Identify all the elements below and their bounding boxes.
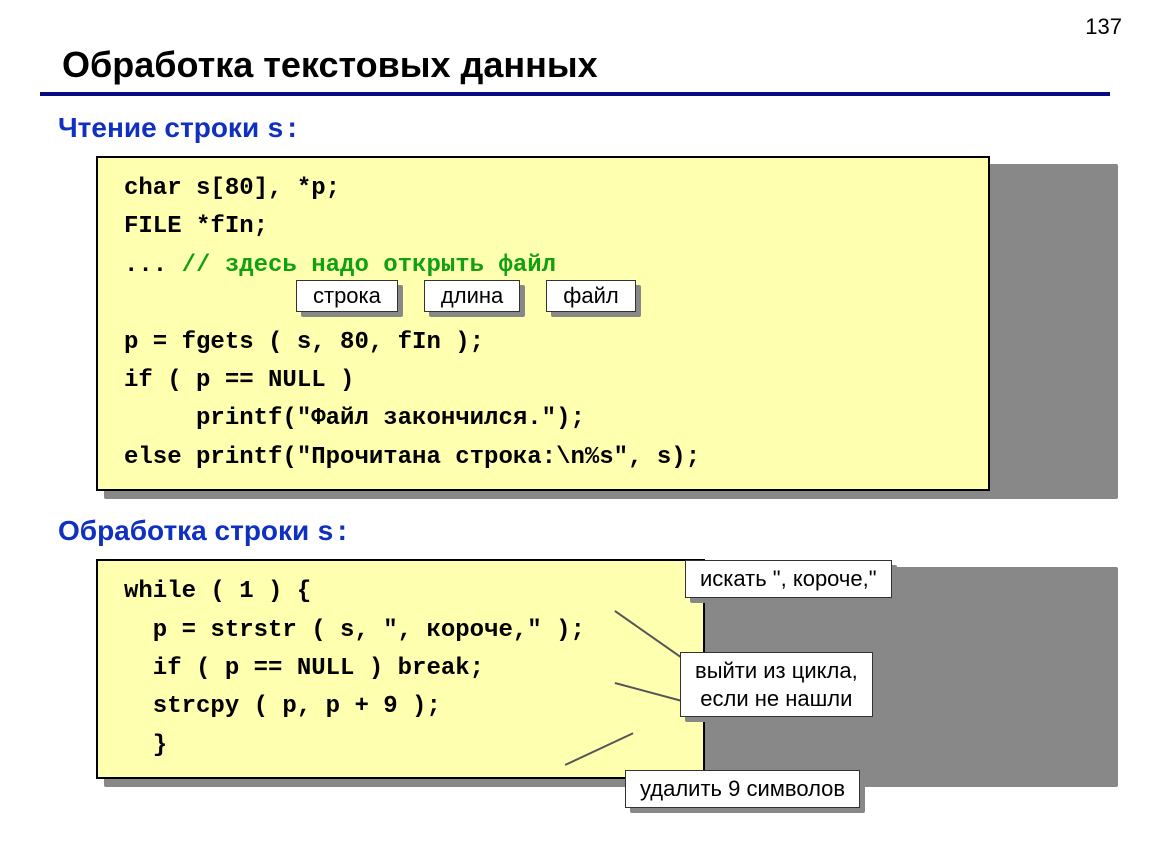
- section1-label-text: Чтение строки: [58, 112, 267, 143]
- callout-exit-label: выйти из цикла, если не нашли: [680, 652, 873, 717]
- code1-l3b: // здесь надо открыть файл: [182, 252, 556, 279]
- callout-delete-label: удалить 9 символов: [625, 770, 860, 808]
- section2-label: Обработка строки s:: [58, 515, 1110, 549]
- code1-l5: if ( p == NULL ): [124, 367, 354, 394]
- callout-exit-line2: если не нашли: [700, 686, 852, 711]
- code2-l1: while ( 1 ) {: [124, 578, 311, 605]
- tag-stroka-label: строка: [296, 280, 398, 312]
- callout-exit-line1: выйти из цикла,: [695, 658, 858, 683]
- code1-l2: FILE *fIn;: [124, 213, 268, 240]
- codebox2-wrap: while ( 1 ) { p = strstr ( s, ", короче,…: [96, 559, 1110, 785]
- callout-delete: удалить 9 символов: [625, 770, 860, 808]
- tag-fail: файл: [546, 280, 635, 312]
- section2-label-text: Обработка строки: [58, 515, 317, 546]
- section1-label-code: s:: [267, 115, 301, 146]
- tag-dlina: длина: [424, 280, 520, 312]
- code1-l3a: ...: [124, 252, 182, 279]
- code1-l6: printf("Файл закончился.");: [124, 405, 585, 432]
- code1-l4: p = fgets ( s, 80, fIn );: [124, 329, 484, 356]
- code2-l4: strcpy ( p, p + 9 );: [124, 693, 441, 720]
- callout-exit: выйти из цикла, если не нашли: [680, 652, 873, 717]
- code2-l2: p = strstr ( s, ", короче," );: [124, 617, 585, 644]
- callout-search: искать ", короче,": [685, 560, 892, 598]
- tag-dlina-label: длина: [424, 280, 520, 312]
- section2-label-code: s:: [317, 518, 351, 549]
- code2-l3: if ( p == NULL ) break;: [124, 655, 484, 682]
- page-number: 137: [1085, 14, 1122, 40]
- slide-page: 137 Обработка текстовых данных Чтение ст…: [0, 0, 1150, 864]
- codebox1: char s[80], *p; FILE *fIn; ... // здесь …: [96, 156, 990, 491]
- code2-l5: }: [124, 732, 167, 759]
- code1-l1: char s[80], *p;: [124, 175, 340, 202]
- tag-stroka: строка: [296, 280, 398, 312]
- page-title: Обработка текстовых данных: [62, 44, 1110, 86]
- code1-l7: else printf("Прочитана строка:\n%s", s);: [124, 444, 700, 471]
- tag-fail-label: файл: [546, 280, 635, 312]
- codebox2: while ( 1 ) { p = strstr ( s, ", короче,…: [96, 559, 705, 779]
- title-underline: [40, 92, 1110, 96]
- tag-row: строка длина файл: [296, 280, 636, 312]
- section1-label: Чтение строки s:: [58, 112, 1110, 146]
- callout-search-label: искать ", короче,": [685, 560, 892, 598]
- codebox1-wrap: char s[80], *p; FILE *fIn; ... // здесь …: [96, 156, 1110, 497]
